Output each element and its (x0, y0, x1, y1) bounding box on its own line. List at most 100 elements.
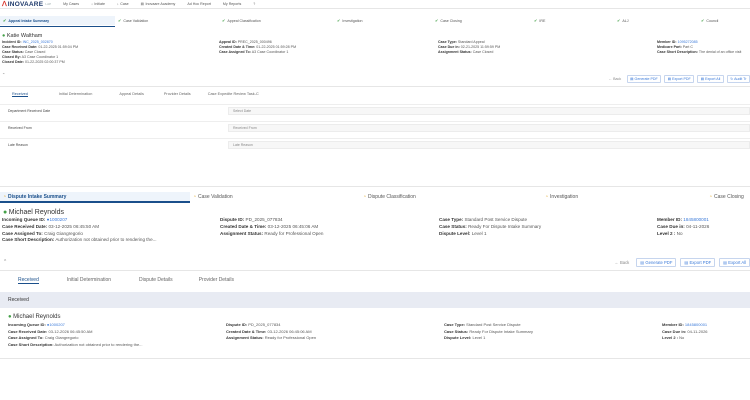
field-value: A3 Case Coordinator 1 (251, 50, 289, 54)
tab-case-expedite-review[interactable]: Case Expedite Review Task-C (208, 92, 259, 97)
field-value: The denial of an office visit (698, 50, 742, 54)
incident-id-link[interactable]: INC_2025_002870 (23, 40, 53, 44)
app-logo[interactable]: ᐱ INOVAARE I-AP (2, 0, 52, 9)
button-label: Export PDF (672, 76, 691, 81)
nav-my-cases[interactable]: My Cases (63, 2, 79, 6)
step-dispute-classification[interactable]: ◔ Dispute Classification (360, 192, 542, 202)
field-value: 03-12-2026 06:45:50 AM (48, 328, 93, 334)
step-label: Investigation (550, 194, 579, 200)
button-label: Audit Tr (734, 76, 747, 81)
step-label: Case Closing (714, 194, 744, 200)
button-label: Back (619, 260, 630, 265)
department-received-date-input[interactable]: Select Date (228, 106, 750, 115)
step-alj[interactable]: ✔ ALJ (614, 16, 698, 25)
field-value: 01-22-2025 01:59:28 PM (256, 45, 297, 49)
nav-academy[interactable]: ▤ Inovaare Academy (141, 2, 176, 6)
step-label: Investigation (342, 18, 363, 23)
form-row-received-date: Department Received Date Select Date (0, 104, 750, 116)
step-case-closing[interactable]: ✔ Case Closing (432, 16, 531, 25)
collapse-chevron-icon[interactable]: ⌃ (3, 259, 7, 265)
field-value: Standard Post Service Dispute (466, 322, 521, 327)
step-council[interactable]: ✔ Council (698, 16, 750, 25)
field-label: Level 2 : (662, 335, 679, 340)
mid-tabs: Received Initial Determination Dispute D… (18, 277, 234, 284)
step-ire[interactable]: ✔ IRE (531, 16, 614, 25)
field-label: Late Reason (8, 142, 28, 147)
export-all-button[interactable]: ▤ Export All (697, 75, 724, 83)
tab-provider-details[interactable]: Provider Details (199, 277, 234, 284)
step-case-validation[interactable]: ✔ Case Validation (115, 16, 219, 25)
field-label: Case Due in: (662, 328, 687, 334)
queue-id-link[interactable]: 1000207 (49, 322, 65, 327)
nav-label: Case (120, 2, 129, 6)
step-label: Appeal Intake Summary (8, 18, 50, 23)
check-icon: ✔ (222, 18, 226, 23)
step-label: Council (706, 18, 719, 23)
generate-pdf-button[interactable]: ▤ Generate PDF (636, 258, 677, 267)
field-label: Case Type: (438, 40, 457, 44)
clock-icon: ◔ (709, 194, 713, 200)
divider (0, 358, 750, 359)
step-case-validation-2[interactable]: ◔ Case Validation (190, 192, 360, 202)
logo-subtext: I-AP (45, 2, 52, 6)
generate-pdf-button[interactable]: ▤ Generate PDF (626, 75, 662, 83)
tab-initial-determination[interactable]: Initial Determination (59, 92, 93, 97)
tab-provider-details[interactable]: Provider Details (164, 92, 191, 97)
back-button[interactable]: ← Back (611, 259, 633, 266)
tab-received[interactable]: Received (18, 277, 39, 284)
back-button[interactable]: ← Back (606, 76, 624, 82)
field-label: Case Assigned To: (2, 230, 43, 236)
export-pdf-button[interactable]: ▤ Export PDF (664, 75, 695, 83)
member-id-link[interactable]: 1845800001 (685, 322, 707, 327)
top-navbar: ᐱ INOVAARE I-AP My Cases ↓ Initiate ↓ Case… (0, 0, 750, 9)
user-icon: ● (2, 33, 6, 39)
top-action-bar: ← Back ▤ Generate PDF ▤ Export PDF ▤ Exp… (603, 75, 750, 83)
step-case-closing-2[interactable]: ◔ Case Closing (706, 192, 750, 202)
nav-case[interactable]: ↓ Case (117, 2, 129, 6)
check-icon: ✔ (534, 18, 538, 23)
field-value: No (676, 230, 683, 236)
step-dispute-intake[interactable]: ◔ Dispute Intake Summary (0, 192, 190, 203)
appeal-progress-steps: ✔ Appeal Intake Summary ✔ Case Validation … (0, 16, 750, 27)
field-value: Ready For Dispute Intake Summary (468, 223, 542, 229)
queue-id-link[interactable]: 1000207 (49, 217, 67, 222)
book-icon: ▤ (140, 2, 145, 6)
step-investigation[interactable]: ✔ Investigation (334, 16, 432, 25)
divider (0, 86, 750, 87)
top-case-col4: Member ID: 1095272085 Medicare Part: Par… (657, 40, 741, 55)
nav-my-reports[interactable]: My Reports (223, 2, 241, 6)
bottom-case-col4: Member ID: 1845800001 Case Due in: 04-11… (662, 322, 708, 342)
person-name: Michael Reynolds (8, 209, 64, 216)
clock-icon: ◔ (363, 194, 367, 200)
field-label: Member ID: (657, 40, 677, 44)
step-appeal-intake[interactable]: ✔ Appeal Intake Summary (0, 16, 115, 27)
member-id-link[interactable]: 1845800001 (683, 217, 709, 222)
export-all-button[interactable]: ▤ Export All (719, 258, 750, 267)
nav-initiate[interactable]: ↓ Initiate (91, 2, 105, 6)
button-label: Export PDF (689, 260, 712, 265)
nav-adhoc-report[interactable]: Ad Hoc Report (187, 2, 211, 6)
nav-label: Inovaare Academy (145, 2, 176, 6)
field-value: Case Closed (472, 50, 494, 54)
step-label: Case Closing (440, 18, 462, 23)
export-pdf-button[interactable]: ▤ Export PDF (680, 258, 716, 267)
member-name: ● Katie Waltham (2, 33, 42, 39)
nav-help[interactable]: ? (253, 2, 257, 6)
tab-appeal-details[interactable]: Appeal Details (119, 92, 143, 97)
received-from-input[interactable]: Received From (228, 123, 750, 132)
step-appeal-classification[interactable]: ✔ Appeal Classification (219, 16, 334, 25)
section-title: Received (8, 297, 29, 303)
collapse-chevron-icon[interactable]: ⌃ (2, 72, 5, 77)
field-label: Dispute ID: (220, 217, 245, 222)
tab-received[interactable]: Received (12, 92, 28, 97)
member-id-link[interactable]: 1095272085 (678, 40, 698, 44)
field-label: Received From (8, 125, 32, 130)
step-investigation-2[interactable]: ◔ Investigation (542, 192, 706, 202)
field-value: PREC_2025_000496 (237, 40, 272, 44)
audit-trail-button[interactable]: ↻ Audit Tr (726, 75, 750, 83)
tab-initial-determination[interactable]: Initial Determination (67, 277, 111, 284)
late-reason-input[interactable]: Late Reason (228, 140, 750, 149)
field-value: Ready for Professional Open (264, 230, 324, 236)
field-label: Case Received Date: (2, 223, 48, 229)
tab-dispute-details[interactable]: Dispute Details (139, 277, 173, 284)
